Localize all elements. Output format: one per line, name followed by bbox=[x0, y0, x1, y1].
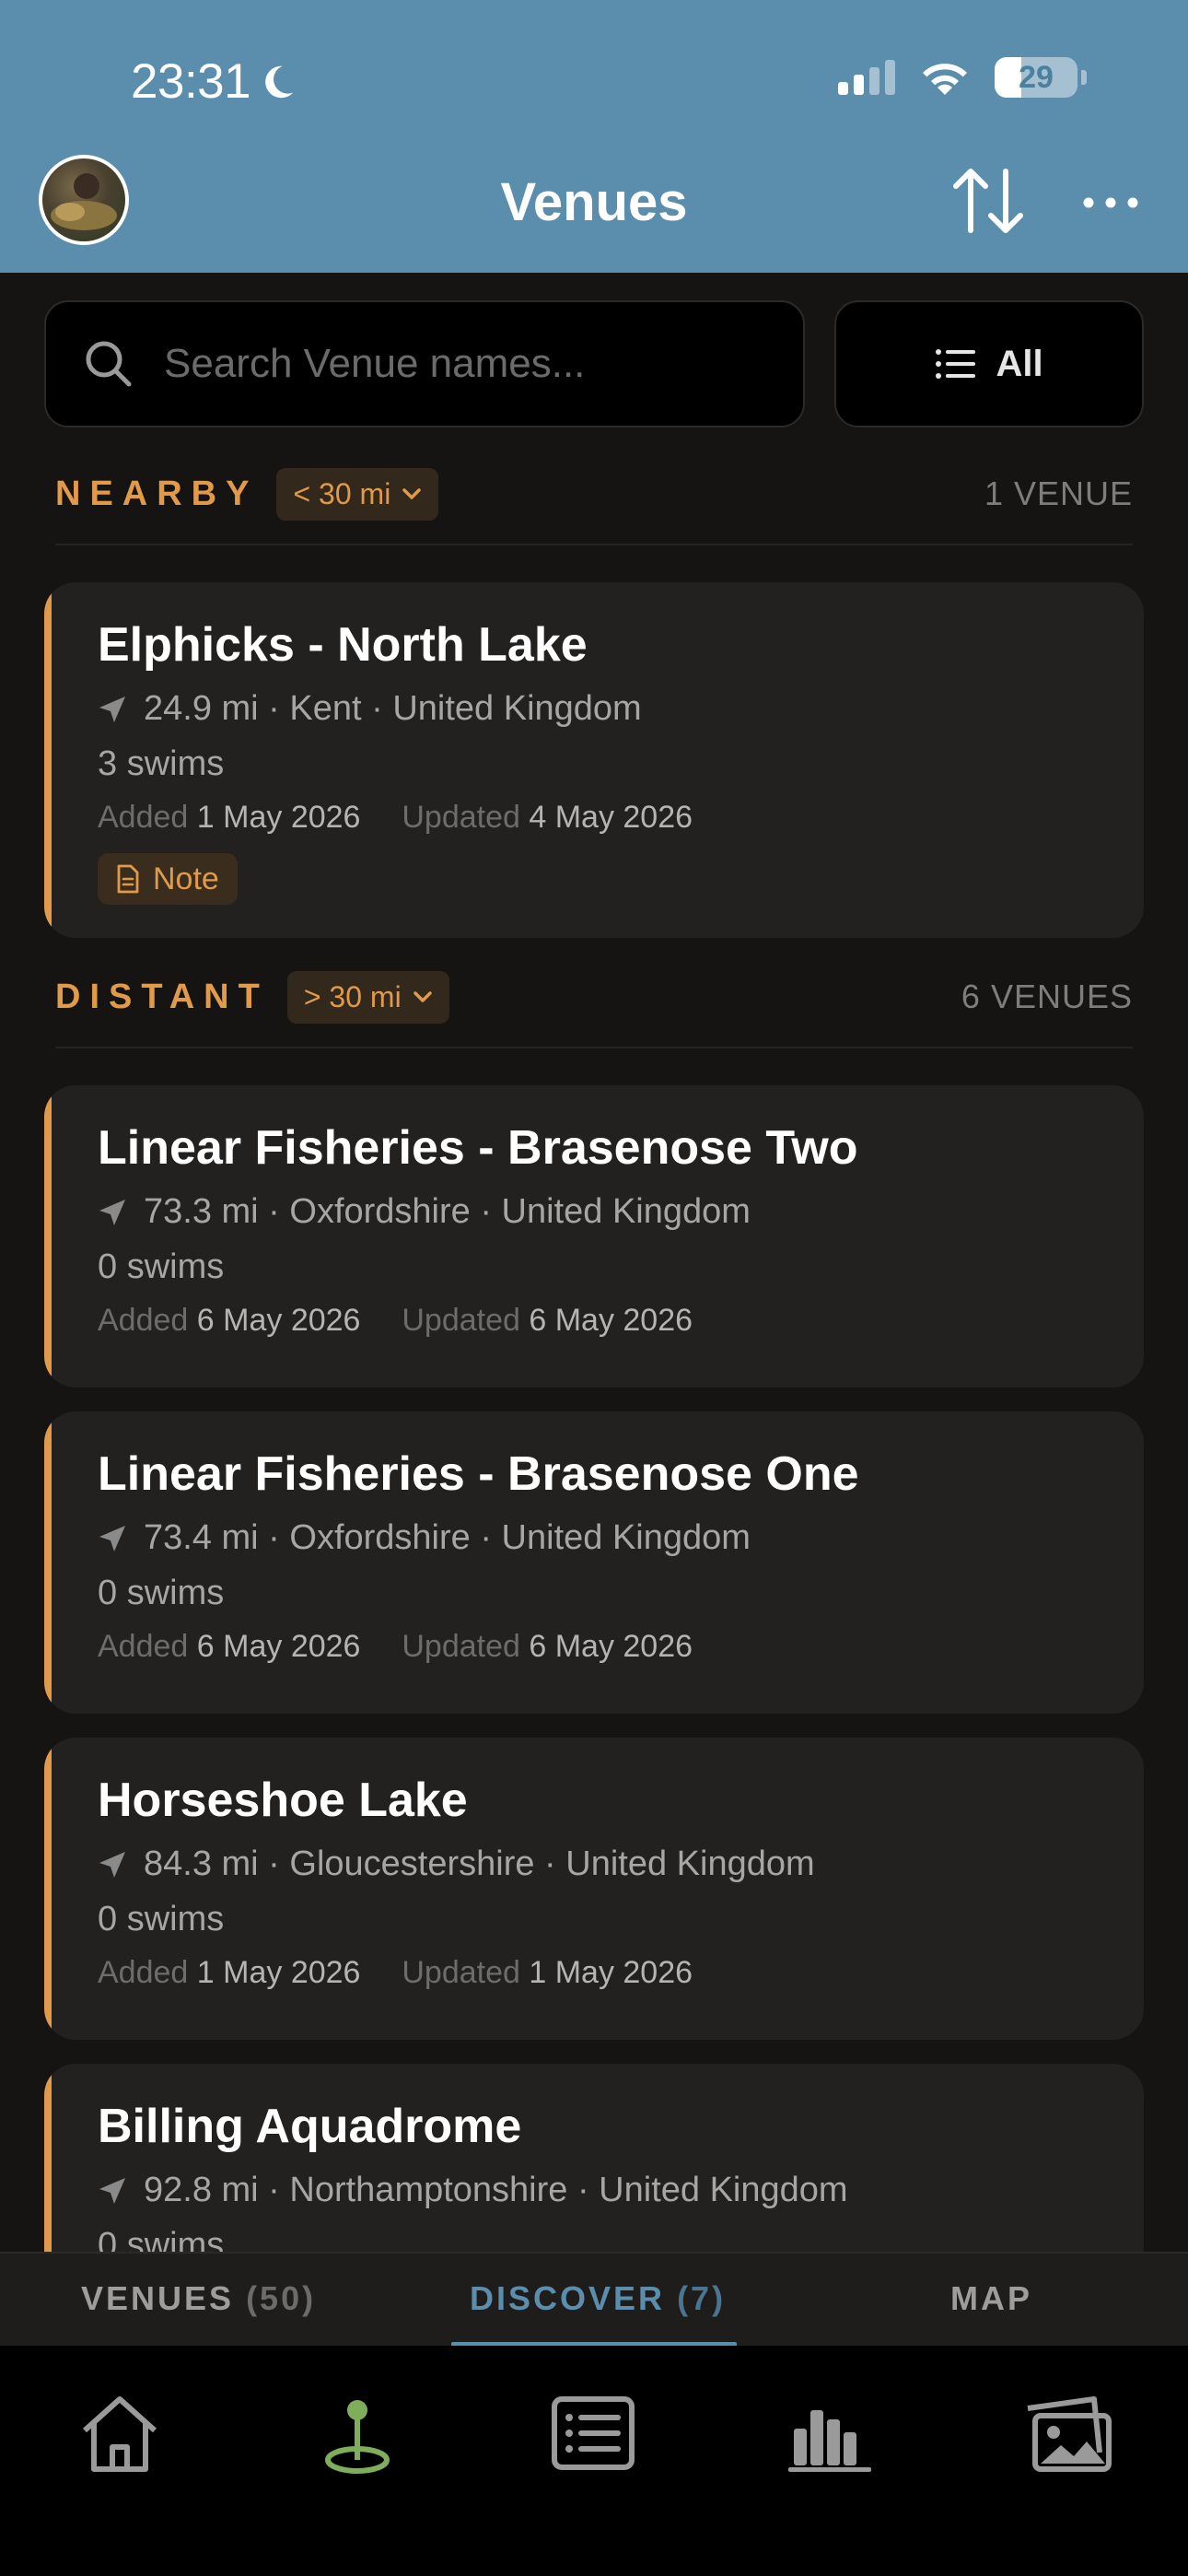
tab-count: (50) bbox=[246, 2279, 317, 2317]
divider bbox=[55, 1047, 1133, 1048]
section-label: NEARBY bbox=[55, 474, 259, 513]
filter-button[interactable]: All bbox=[834, 300, 1144, 427]
added-label: Added bbox=[98, 1303, 189, 1338]
location-arrow-icon bbox=[99, 2177, 125, 2204]
swim-count: 0 swims bbox=[98, 1900, 225, 1938]
section-distant: DISTANT > 30 mi 6 VENUES bbox=[55, 969, 1133, 1025]
added-label: Added bbox=[98, 1629, 189, 1664]
location-text: 84.3 mi · Gloucestershire · United Kingd… bbox=[144, 1844, 815, 1883]
venue-location: 84.3 mi · Gloucestershire · United Kingd… bbox=[98, 1844, 815, 1884]
venue-card[interactable]: Elphicks - North Lake 24.9 mi · Kent · U… bbox=[44, 582, 1144, 938]
venue-name: Linear Fisheries - Brasenose One bbox=[98, 1447, 859, 1501]
search-bar[interactable] bbox=[44, 300, 805, 427]
updated-label: Updated bbox=[402, 1303, 520, 1338]
search-input[interactable] bbox=[162, 340, 774, 388]
updated-label: Updated bbox=[402, 1955, 520, 1990]
location-text: 73.3 mi · Oxfordshire · United Kingdom bbox=[144, 1192, 751, 1231]
range-dropdown[interactable]: < 30 mi bbox=[276, 467, 439, 521]
location-text: 24.9 mi · Kent · United Kingdom bbox=[144, 689, 642, 728]
search-icon bbox=[86, 341, 132, 387]
tab-label: DISCOVER bbox=[470, 2279, 666, 2317]
chevron-down-icon bbox=[402, 488, 422, 499]
location-arrow-icon bbox=[99, 1199, 125, 1225]
venue-card[interactable]: Linear Fisheries - Brasenose Two 73.3 mi… bbox=[44, 1085, 1144, 1388]
tab-map[interactable]: MAP bbox=[950, 2279, 1032, 2318]
stats-icon[interactable] bbox=[785, 2392, 877, 2475]
added-date: 6 May 2026 bbox=[196, 1303, 361, 1338]
gallery-icon[interactable] bbox=[1022, 2392, 1114, 2475]
wifi-icon bbox=[923, 64, 967, 95]
added-label: Added bbox=[98, 800, 189, 835]
tab-venues[interactable]: VENUES (50) bbox=[81, 2279, 316, 2318]
section-count: 1 VENUE bbox=[984, 474, 1133, 512]
filter-label: All bbox=[996, 343, 1043, 384]
swim-count: 0 swims bbox=[98, 1247, 225, 1286]
updated-label: Updated bbox=[402, 800, 520, 835]
note-label: Note bbox=[153, 861, 219, 896]
list-filter-icon bbox=[936, 349, 976, 379]
added-date: 6 May 2026 bbox=[196, 1629, 361, 1664]
added-label: Added bbox=[98, 1955, 189, 1990]
cellular-signal-icon bbox=[838, 60, 895, 95]
location-text: 73.4 mi · Oxfordshire · United Kingdom bbox=[144, 1518, 751, 1557]
updated-date: 6 May 2026 bbox=[529, 1303, 693, 1338]
updated-date: 6 May 2026 bbox=[529, 1629, 693, 1664]
section-nearby: NEARBY < 30 mi 1 VENUE bbox=[55, 466, 1133, 521]
status-time: 23:31 bbox=[131, 53, 298, 110]
venue-name: Billing Aquadrome bbox=[98, 2100, 522, 2153]
swim-count: 0 swims bbox=[98, 1574, 225, 1612]
location-text: 92.8 mi · Northamptonshire · United King… bbox=[144, 2171, 848, 2209]
venue-dates: Added 1 May 2026 Updated 4 May 2026 bbox=[98, 800, 693, 836]
location-pin-icon[interactable] bbox=[311, 2392, 403, 2475]
added-date: 1 May 2026 bbox=[196, 800, 361, 835]
section-count: 6 VENUES bbox=[961, 978, 1133, 1015]
range-label: < 30 mi bbox=[293, 476, 391, 510]
tab-count: (7) bbox=[677, 2279, 727, 2317]
venue-dates: Added 6 May 2026 Updated 6 May 2026 bbox=[98, 1629, 693, 1665]
divider bbox=[55, 544, 1133, 545]
swim-count: 3 swims bbox=[98, 744, 225, 783]
venue-location: 73.3 mi · Oxfordshire · United Kingdom bbox=[98, 1192, 751, 1232]
updated-date: 1 May 2026 bbox=[529, 1955, 693, 1990]
range-label: > 30 mi bbox=[303, 979, 402, 1013]
updated-date: 4 May 2026 bbox=[529, 800, 693, 835]
range-dropdown[interactable]: > 30 mi bbox=[286, 970, 449, 1024]
sort-button[interactable] bbox=[949, 164, 1028, 238]
battery-level: 29 bbox=[1019, 59, 1054, 95]
venue-dates: Added 1 May 2026 Updated 1 May 2026 bbox=[98, 1955, 693, 1991]
venue-name: Linear Fisheries - Brasenose Two bbox=[98, 1121, 858, 1175]
location-arrow-icon bbox=[99, 1851, 125, 1878]
bottom-tab-bar bbox=[0, 2346, 1188, 2576]
segment-tab-bar: VENUES (50) DISCOVER (7) MAP bbox=[0, 2252, 1188, 2347]
note-badge[interactable]: Note bbox=[98, 853, 238, 905]
clock-text: 23:31 bbox=[131, 54, 251, 109]
venue-name: Elphicks - North Lake bbox=[98, 618, 588, 672]
added-date: 1 May 2026 bbox=[196, 1955, 361, 1990]
venue-location: 24.9 mi · Kent · United Kingdom bbox=[98, 689, 642, 729]
chevron-down-icon bbox=[413, 991, 432, 1002]
location-arrow-icon bbox=[99, 1525, 125, 1551]
list-icon[interactable] bbox=[547, 2392, 639, 2475]
section-label: DISTANT bbox=[55, 977, 269, 1016]
battery-icon: 29 bbox=[995, 57, 1077, 98]
tab-discover[interactable]: DISCOVER (7) bbox=[470, 2279, 726, 2318]
venue-card[interactable]: Horseshoe Lake 84.3 mi · Gloucestershire… bbox=[44, 1738, 1144, 2040]
moon-icon bbox=[265, 65, 294, 98]
status-indicators: 29 bbox=[838, 57, 1087, 98]
venue-location: 92.8 mi · Northamptonshire · United King… bbox=[98, 2171, 848, 2210]
venue-location: 73.4 mi · Oxfordshire · United Kingdom bbox=[98, 1518, 751, 1558]
tab-label: VENUES bbox=[81, 2279, 235, 2317]
home-icon[interactable] bbox=[74, 2392, 166, 2475]
venue-name: Horseshoe Lake bbox=[98, 1774, 468, 1827]
more-options-button[interactable] bbox=[1077, 184, 1144, 221]
venue-dates: Added 6 May 2026 Updated 6 May 2026 bbox=[98, 1303, 693, 1339]
note-icon bbox=[117, 864, 139, 894]
tab-label: MAP bbox=[950, 2279, 1032, 2317]
updated-label: Updated bbox=[402, 1629, 520, 1664]
location-arrow-icon bbox=[99, 696, 125, 722]
header-bar: 23:31 29 Venues bbox=[0, 0, 1188, 273]
venue-card[interactable]: Linear Fisheries - Brasenose One 73.4 mi… bbox=[44, 1411, 1144, 1714]
